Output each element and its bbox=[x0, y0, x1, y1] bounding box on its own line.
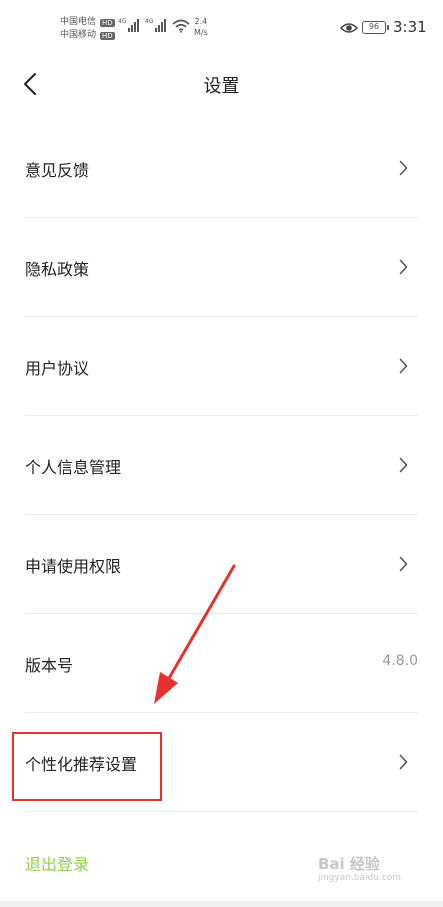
page-title: 设置 bbox=[203, 76, 240, 97]
menu-item-personal-info[interactable]: 个人信息管理 bbox=[0, 416, 443, 515]
speed-value: 2.4 bbox=[194, 17, 208, 26]
hd-badge: HD bbox=[100, 18, 115, 27]
menu-item-privacy-policy[interactable]: 隐私政策 bbox=[0, 218, 443, 317]
menu-item-feedback[interactable]: 意见反馈 bbox=[0, 119, 443, 218]
menu-item-label: 个人信息管理 bbox=[25, 458, 122, 477]
chevron-right-icon bbox=[399, 457, 408, 473]
menu-item-label: 意见反馈 bbox=[25, 161, 90, 180]
baidu-watermark: Bai 经验 jingyan.baidu.com bbox=[318, 856, 401, 884]
menu-item-user-agreement[interactable]: 用户协议 bbox=[0, 317, 443, 416]
carrier-2-label: 中国移动 bbox=[60, 30, 97, 40]
wifi-icon bbox=[172, 18, 190, 37]
menu-item-version: 版本号 4.8.0 bbox=[0, 614, 443, 713]
network-tag: 4G bbox=[145, 18, 154, 25]
carrier-info: 中国电信 HD 中国移动 HD bbox=[60, 16, 115, 42]
chevron-right-icon bbox=[399, 259, 408, 275]
chevron-right-icon bbox=[399, 754, 408, 770]
annotation-highlight-box bbox=[12, 732, 162, 801]
menu-item-permissions[interactable]: 申请使用权限 bbox=[0, 515, 443, 614]
hd-badge: HD bbox=[100, 31, 115, 40]
status-bar: 中国电信 HD 中国移动 HD 4G 4G 2.4 M/s 96 3:31 bbox=[0, 0, 443, 52]
status-time: 3:31 bbox=[393, 18, 427, 36]
nav-bar: 设置 bbox=[0, 52, 443, 118]
signal-icon: 4G bbox=[118, 18, 140, 32]
menu-item-label: 用户协议 bbox=[25, 359, 90, 378]
watermark-logo: Bai 经验 bbox=[318, 855, 380, 873]
version-value: 4.8.0 bbox=[382, 653, 418, 669]
speed-unit: M/s bbox=[194, 28, 208, 37]
battery-icon: 96 bbox=[362, 21, 389, 34]
eye-icon bbox=[339, 20, 359, 39]
chevron-right-icon bbox=[399, 358, 408, 374]
carrier-1-label: 中国电信 bbox=[60, 17, 97, 27]
network-tag: 4G bbox=[118, 18, 127, 25]
menu-item-label: 版本号 bbox=[25, 656, 74, 675]
settings-list: 意见反馈 隐私政策 用户协议 个人信息管理 申请使用权限 版本号 4.8.0 个… bbox=[0, 119, 443, 812]
chevron-right-icon bbox=[399, 556, 408, 572]
bottom-band bbox=[0, 901, 443, 907]
network-speed: 2.4 M/s bbox=[194, 16, 208, 38]
logout-button[interactable]: 退出登录 bbox=[25, 851, 89, 875]
menu-item-label: 申请使用权限 bbox=[25, 557, 122, 576]
chevron-right-icon bbox=[399, 160, 408, 176]
watermark-url: jingyan.baidu.com bbox=[318, 873, 402, 883]
signal-icon: 4G bbox=[145, 18, 167, 32]
menu-item-label: 隐私政策 bbox=[25, 260, 90, 279]
